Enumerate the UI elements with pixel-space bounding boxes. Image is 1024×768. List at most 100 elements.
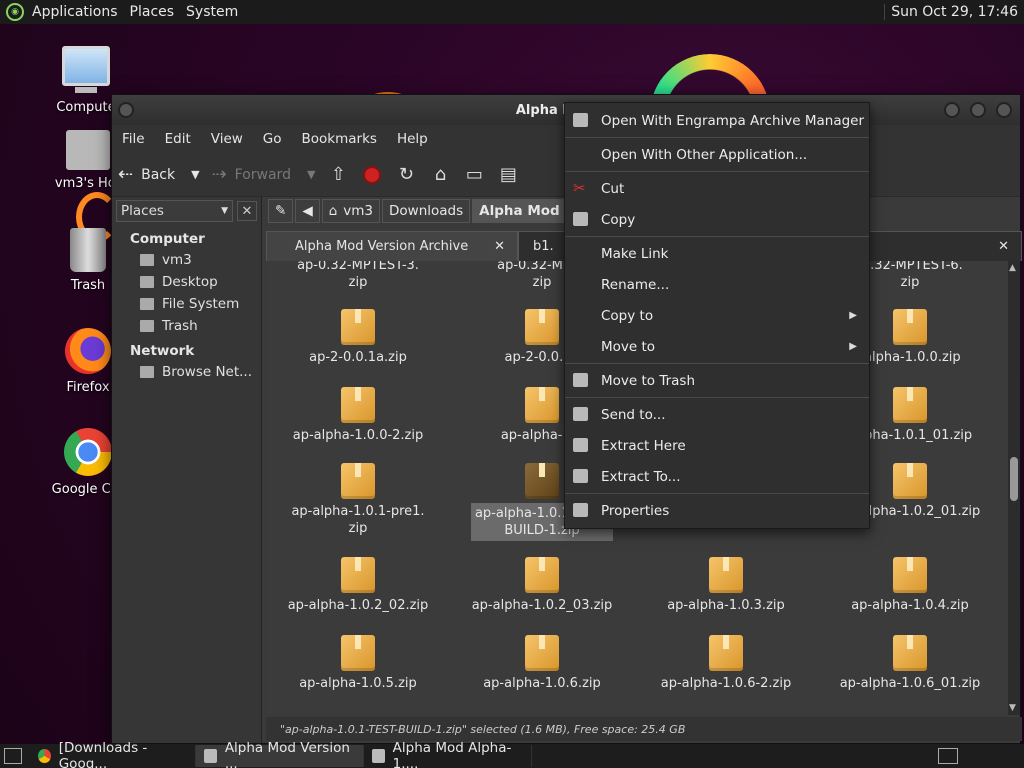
sidebar-item-desktop[interactable]: Desktop xyxy=(112,271,261,293)
zip-archive-icon xyxy=(525,635,559,671)
close-sidepane-icon[interactable]: ✕ xyxy=(237,201,257,221)
stop-icon[interactable] xyxy=(355,159,389,191)
menu-edit[interactable]: Edit xyxy=(155,131,201,147)
menu-go[interactable]: Go xyxy=(253,131,292,147)
file-item[interactable]: ap-0.32-MPTEST-3. zip xyxy=(266,261,450,291)
back-button[interactable]: ⇠ Back ▼ xyxy=(112,159,206,191)
menu-separator xyxy=(565,397,869,398)
file-item[interactable]: ap-alpha-1.0.0-2.zip xyxy=(266,387,450,444)
maximize-button[interactable] xyxy=(970,102,986,118)
menu-file[interactable]: File xyxy=(112,131,155,147)
file-name: ap-alpha-1.0.6_01.zip xyxy=(839,676,981,691)
menu-item-copy-to[interactable]: Copy to ▶ xyxy=(565,300,869,331)
menu-item-open-other[interactable]: Open With Other Application... xyxy=(565,139,869,170)
menu-item-label: Open With Engrampa Archive Manager xyxy=(601,112,865,129)
menu-item-open-engrampa[interactable]: Open With Engrampa Archive Manager xyxy=(565,105,869,136)
menu-item-extract-here[interactable]: Extract Here xyxy=(565,430,869,461)
menu-item-copy[interactable]: Copy xyxy=(565,204,869,235)
task-chrome-downloads[interactable]: [Downloads - Goog... xyxy=(30,740,196,768)
file-name: ap-alpha-1.0.2_02.zip xyxy=(287,598,429,613)
tab-close-icon[interactable]: ✕ xyxy=(494,239,505,254)
file-item[interactable]: ap-alpha-1.0.4.zip xyxy=(818,557,1002,614)
file-item[interactable]: ap-alpha-1.0.2_03.zip xyxy=(450,557,634,614)
workspace-switcher-icon[interactable] xyxy=(938,748,958,764)
zip-archive-icon xyxy=(893,463,927,499)
places-menu[interactable]: Places xyxy=(124,4,181,20)
extract-icon xyxy=(573,469,588,483)
menu-item-send-to[interactable]: Send to... xyxy=(565,399,869,430)
back-history-chevron-icon[interactable]: ▼ xyxy=(191,168,199,181)
applications-menu[interactable]: Applications xyxy=(26,4,124,20)
sidebar-item-filesystem[interactable]: File System xyxy=(112,293,261,315)
sidebar-item-browse-network[interactable]: Browse Net... xyxy=(112,361,261,383)
distro-logo-icon[interactable]: ◉ xyxy=(6,3,24,21)
menu-item-move-to[interactable]: Move to ▶ xyxy=(565,331,869,362)
sidebar-item-label: Trash xyxy=(162,318,198,334)
menu-item-rename[interactable]: Rename... xyxy=(565,269,869,300)
path-button-vm3[interactable]: ⌂ vm3 xyxy=(321,199,381,223)
menu-item-label: Move to Trash xyxy=(601,372,696,389)
search-icon[interactable]: ▤ xyxy=(491,159,525,191)
path-scroll-left-icon[interactable]: ◀ xyxy=(295,199,320,223)
trash-icon xyxy=(140,320,154,332)
menu-item-cut[interactable]: ✂ Cut xyxy=(565,173,869,204)
show-desktop-icon[interactable] xyxy=(4,748,22,764)
file-item[interactable]: ap-alpha-1.0.6_01.zip xyxy=(818,635,1002,692)
file-name: ap-alpha-1.0.5.zip xyxy=(299,676,417,691)
clock[interactable]: Sun Oct 29, 17:46 xyxy=(884,4,1024,20)
menu-item-label: Move to xyxy=(601,338,656,355)
location-toggle-icon[interactable]: ✎ xyxy=(268,199,294,223)
menu-item-label: Copy to xyxy=(601,307,654,324)
zip-archive-icon xyxy=(341,635,375,671)
zip-archive-icon xyxy=(893,309,927,345)
file-item[interactable]: ap-alpha-1.0.6.zip xyxy=(450,635,634,692)
tab-current[interactable]: Alpha Mod Version Archive ✕ xyxy=(266,231,518,261)
vertical-scrollbar[interactable]: ▲ ▼ xyxy=(1008,261,1020,715)
home-icon: ⌂ xyxy=(328,203,338,219)
side-pane: Places ▼ ✕ Computer vm3 Desktop File Sys… xyxy=(112,197,262,743)
places-selector-label: Places xyxy=(121,203,164,219)
context-menu: Open With Engrampa Archive Manager Open … xyxy=(564,102,870,529)
menu-item-make-link[interactable]: Make Link xyxy=(565,238,869,269)
minimize-button[interactable] xyxy=(944,102,960,118)
menu-item-move-to-trash[interactable]: Move to Trash xyxy=(565,365,869,396)
file-item[interactable]: ap-2-0.0.1a.zip xyxy=(266,309,450,366)
forward-history-chevron-icon[interactable]: ▼ xyxy=(307,168,315,181)
top-panel: ◉ Applications Places System Sun Oct 29,… xyxy=(0,0,1024,24)
places-selector[interactable]: Places ▼ xyxy=(116,200,233,222)
zip-archive-icon xyxy=(341,387,375,423)
forward-button[interactable]: ⇢ Forward ▼ xyxy=(206,159,322,191)
menu-item-label: Make Link xyxy=(601,245,669,262)
file-item[interactable]: ap-alpha-1.0.6-2.zip xyxy=(634,635,818,692)
tree-header-computer: Computer xyxy=(130,231,205,247)
task-file-manager[interactable]: Alpha Mod Version ... xyxy=(196,740,364,768)
close-button[interactable] xyxy=(996,102,1012,118)
system-menu[interactable]: System xyxy=(180,4,244,20)
zip-archive-icon xyxy=(893,635,927,671)
menu-bookmarks[interactable]: Bookmarks xyxy=(292,131,387,147)
home-icon[interactable]: ⌂ xyxy=(423,159,457,191)
file-item[interactable]: ap-alpha-1.0.1-pre1. zip xyxy=(266,463,450,537)
up-icon[interactable]: ⇧ xyxy=(321,159,355,191)
sidebar-item-vm3[interactable]: vm3 xyxy=(112,249,261,271)
task-label: Alpha Mod Version ... xyxy=(224,740,350,768)
menu-item-extract-to[interactable]: Extract To... xyxy=(565,461,869,492)
file-item[interactable]: ap-alpha-1.0.3.zip xyxy=(634,557,818,614)
sidebar-item-trash[interactable]: Trash xyxy=(112,315,261,337)
menu-help[interactable]: Help xyxy=(387,131,438,147)
zip-archive-icon xyxy=(341,463,375,499)
reload-icon[interactable]: ↻ xyxy=(389,159,423,191)
scrollbar-thumb[interactable] xyxy=(1010,457,1018,501)
menu-item-properties[interactable]: Properties xyxy=(565,495,869,526)
trash-icon xyxy=(573,373,588,387)
file-item[interactable]: ap-alpha-1.0.5.zip xyxy=(266,635,450,692)
file-item[interactable]: ap-alpha-1.0.2_02.zip xyxy=(266,557,450,614)
file-name: ap-alpha-1.0.0-2.zip xyxy=(292,428,424,443)
scroll-up-icon[interactable]: ▲ xyxy=(1009,263,1016,273)
scroll-down-icon[interactable]: ▼ xyxy=(1009,703,1016,713)
menu-view[interactable]: View xyxy=(201,131,253,147)
tab-close-icon[interactable]: ✕ xyxy=(998,239,1009,254)
computer-icon[interactable]: ▭ xyxy=(457,159,491,191)
path-button-downloads[interactable]: Downloads xyxy=(382,199,471,223)
task-archive-manager[interactable]: Alpha Mod Alpha-1.... xyxy=(364,740,532,768)
